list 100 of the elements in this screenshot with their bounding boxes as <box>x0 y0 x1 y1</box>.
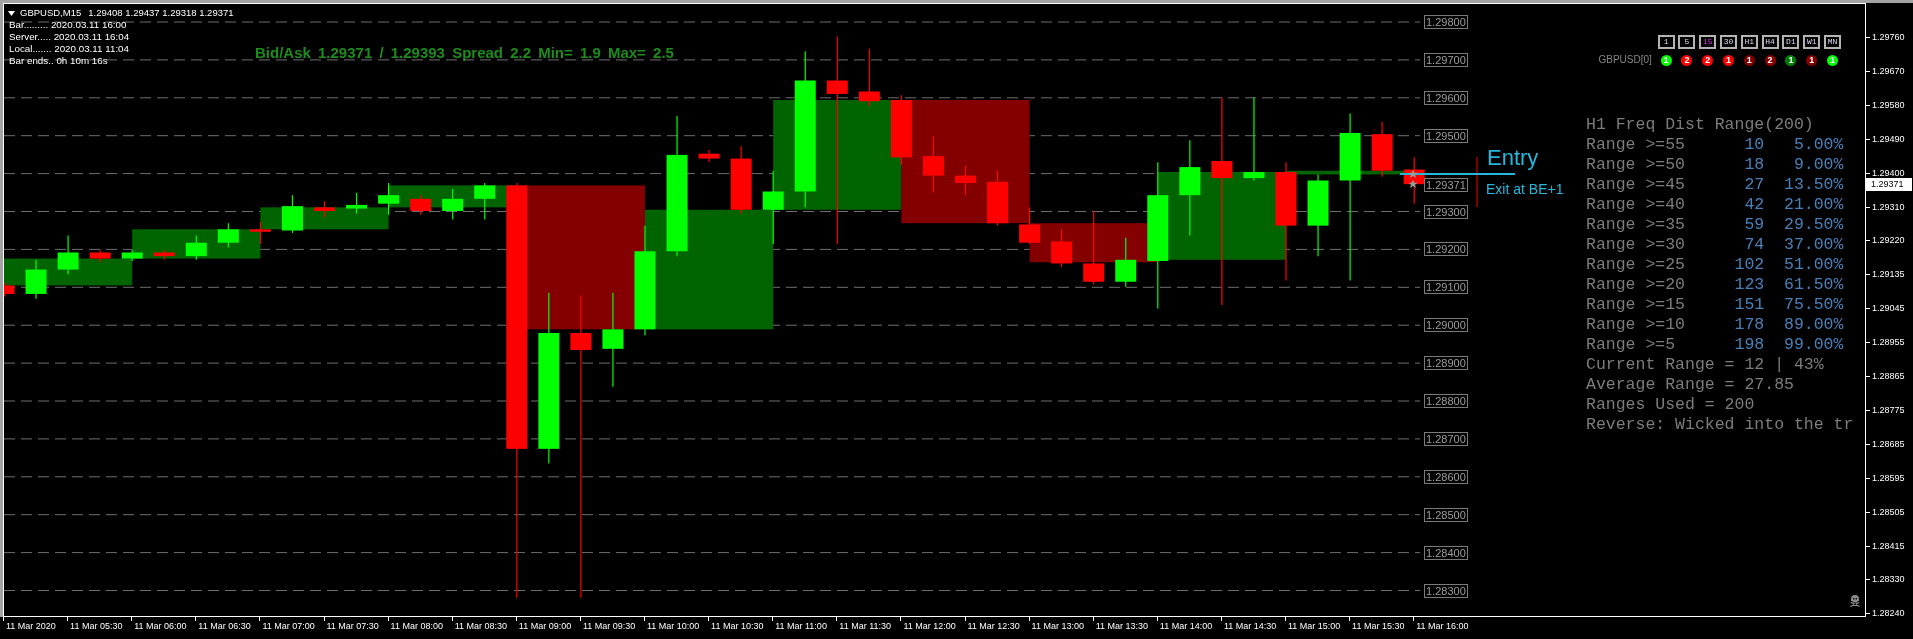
range-percent: 99.00% <box>1784 335 1844 355</box>
star-icon <box>1408 179 1418 188</box>
summary-line: Reverse: Wicked into the tr <box>1586 415 1854 435</box>
time-axis-label: 11 Mar 08:30 <box>454 620 508 632</box>
price-axis-label: 1.29580 <box>1872 98 1905 111</box>
range-count: 59 <box>1744 215 1765 235</box>
time-axis-label: 11 Mar 13:00 <box>1031 620 1084 632</box>
time-axis-label: 11 Mar 2020 <box>6 620 56 632</box>
range-percent: 29.50% <box>1784 215 1844 235</box>
bullish-candle <box>121 249 143 262</box>
bearish-candle <box>922 136 944 194</box>
time-axis-label: 11 Mar 07:30 <box>326 620 379 632</box>
bearish-candle <box>249 221 271 245</box>
table-title: H1 Freq Dist Range(200) <box>1586 115 1814 135</box>
bullish-candle <box>346 192 368 215</box>
trend-signal-badge: 1 <box>1723 54 1734 66</box>
range-percent: 37.00% <box>1784 235 1844 255</box>
time-axis-label: 11 Mar 11:30 <box>839 620 891 632</box>
bearish-candle <box>890 94 912 166</box>
range-percent: 61.50% <box>1784 275 1844 295</box>
info-line: Bar ends.. 0h 10m 16s <box>9 55 108 68</box>
range-count: 151 <box>1734 295 1765 315</box>
chart-title: GBPUSD,M15 <box>20 7 82 19</box>
grid-price-label: 1.29500 <box>1424 128 1468 143</box>
price-axis-label: 1.28240 <box>1872 607 1905 620</box>
range-label: Range >=35 <box>1586 215 1686 235</box>
timeframe-button[interactable]: H1 <box>1740 35 1758 49</box>
bullish-candle <box>474 182 496 221</box>
grid-price-label: 1.29300 <box>1424 204 1468 219</box>
grid-price-label: 1.28900 <box>1424 356 1468 371</box>
grid-price-label: 1.28700 <box>1424 431 1468 446</box>
range-percent: 9.00% <box>1793 155 1844 175</box>
range-label: Range >=10 <box>1586 315 1686 335</box>
timeframe-button[interactable]: D1 <box>1782 35 1800 49</box>
time-axis-label: 11 Mar 14:30 <box>1223 620 1277 632</box>
timeframe-button[interactable]: 30 <box>1720 35 1737 49</box>
grid-price-label: 1.29000 <box>1424 318 1468 333</box>
range-label: Range >=30 <box>1586 235 1686 255</box>
exit-label: Exit at BE+1 <box>1486 181 1564 197</box>
price-axis-label: 1.28865 <box>1872 370 1905 382</box>
timeframe-button[interactable]: 15 <box>1699 35 1717 49</box>
time-axis-label: 11 Mar 14:00 <box>1159 620 1213 632</box>
range-label: Range >=45 <box>1586 175 1686 195</box>
price-axis-label: 1.28955 <box>1872 336 1905 349</box>
range-percent: 51.00% <box>1784 255 1844 275</box>
bearish-candle <box>730 145 752 215</box>
trend-signal-badge: 2 <box>1764 54 1776 66</box>
star-icon <box>1408 169 1418 178</box>
trend-signal-badge: 2 <box>1702 54 1714 66</box>
price-axis-label: 1.28685 <box>1872 437 1905 450</box>
time-axis-label: 11 Mar 09:00 <box>518 620 572 632</box>
trend-signal-badge: 1 <box>1827 54 1838 66</box>
range-percent: 5.00% <box>1793 135 1844 155</box>
bearish-candle <box>153 249 175 261</box>
timeframe-button[interactable]: W1 <box>1803 35 1821 49</box>
info-line: Bar......... 2020.03.11 16:00 <box>9 19 127 32</box>
summary-line: Current Range = 12 | 43% <box>1586 355 1824 375</box>
caret-icon <box>8 10 15 16</box>
bearish-candle <box>955 165 976 196</box>
timeframe-button[interactable]: MN <box>1824 35 1841 49</box>
timeframe-button[interactable]: H4 <box>1761 35 1779 49</box>
range-count: 18 <box>1744 155 1765 175</box>
price-axis-label: 1.29135 <box>1872 268 1905 281</box>
price-axis-label: 1.28330 <box>1872 573 1905 586</box>
spread-info: Bid/Ask 1.29371 / 1.29393 Spread 2.2 Min= 1.9 Max= 2.5 <box>255 44 674 62</box>
time-axis-label: 11 Mar 05:30 <box>70 620 123 632</box>
bearish-candle <box>987 170 1009 227</box>
price-axis-label: 1.29045 <box>1872 302 1905 315</box>
bearish-candle <box>858 48 880 107</box>
range-label: Range >=40 <box>1586 195 1686 215</box>
entry-label: Entry <box>1487 145 1539 171</box>
time-axis-label: 11 Mar 15:30 <box>1352 620 1405 632</box>
bullish-candle <box>57 234 79 276</box>
grid-price-label: 1.28800 <box>1424 394 1468 408</box>
range-percent: 75.50% <box>1784 295 1844 315</box>
info-line: Local....... 2020.03.11 11:04 <box>9 43 129 56</box>
ohlc-values: 1.29408 1.29437 1.29318 1.29371 <box>88 7 234 19</box>
time-axis-label: 11 Mar 07:00 <box>262 620 315 632</box>
price-axis-label: 1.29310 <box>1872 200 1905 213</box>
range-count: 123 <box>1734 275 1765 295</box>
timeframe-button[interactable]: 1 <box>1657 35 1675 49</box>
bearish-candle <box>1019 206 1041 245</box>
time-axis-label: 11 Mar 09:30 <box>582 620 636 632</box>
time-axis-label: 11 Mar 10:30 <box>711 620 764 632</box>
range-count: 178 <box>1734 315 1765 335</box>
range-count: 42 <box>1744 195 1765 215</box>
grid-price-label: 1.29200 <box>1424 242 1468 257</box>
info-line: Server..... 2020.03.11 16:04 <box>9 31 130 44</box>
time-axis-label: 11 Mar 12:00 <box>903 620 956 632</box>
trend-signal-badge: 1 <box>1806 54 1818 66</box>
range-label: Range >=20 <box>1586 275 1686 295</box>
trend-signal-badge: 2 <box>1681 54 1693 66</box>
bearish-candle <box>89 249 111 263</box>
time-axis-label: 11 Mar 06:00 <box>134 620 187 632</box>
price-axis-label: 1.28415 <box>1872 539 1905 552</box>
timeframe-button[interactable]: 5 <box>1678 35 1696 49</box>
grid-price-label: 1.29700 <box>1424 52 1468 67</box>
range-percent: 21.00% <box>1784 195 1844 215</box>
price-axis-label: 1.29760 <box>1872 31 1905 43</box>
range-label: Range >=50 <box>1586 155 1686 175</box>
